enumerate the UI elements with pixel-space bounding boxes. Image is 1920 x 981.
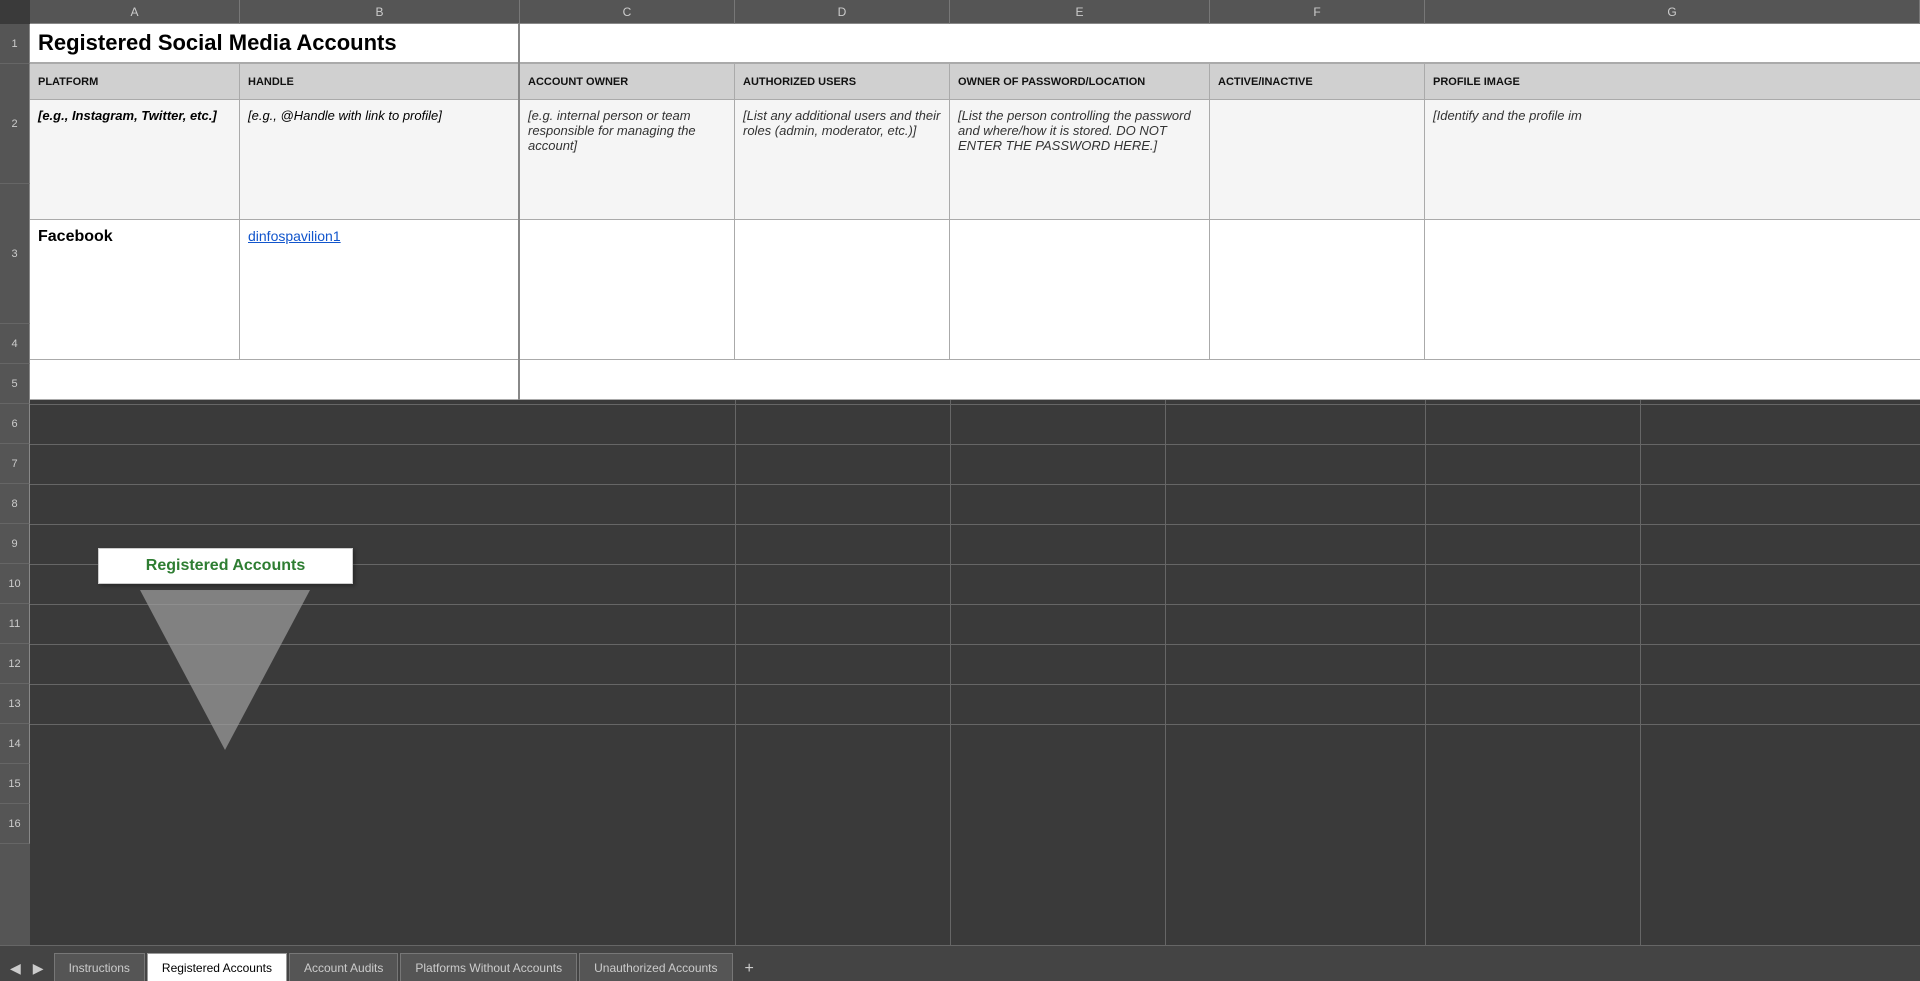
facebook-handle-cell: dinfospavilion1 xyxy=(240,220,518,359)
col-header-row: PLATFORM HANDLE xyxy=(30,64,518,100)
authorized-users-placeholder: [List any additional users and their rol… xyxy=(735,100,950,219)
col-header-a: A xyxy=(30,0,240,24)
col-header-d: D xyxy=(735,0,950,24)
handle-header: HANDLE xyxy=(240,64,518,99)
sheet-nav: ◀ ▶ xyxy=(4,956,50,981)
tab-unauthorized-accounts[interactable]: Unauthorized Accounts xyxy=(579,953,732,981)
col-header-c: C xyxy=(520,0,735,24)
password-owner-header: OWNER OF PASSWORD/LOCATION xyxy=(950,64,1210,99)
col-header-g: G xyxy=(1425,0,1920,24)
tab-registered-accounts[interactable]: Registered Accounts xyxy=(147,953,287,981)
row-num-3: 3 xyxy=(0,184,30,324)
row-num-11: 11 xyxy=(0,604,30,644)
facebook-platform-cell: Facebook xyxy=(30,220,240,359)
facebook-active-cell xyxy=(1210,220,1425,359)
facebook-users-cell xyxy=(735,220,950,359)
account-owner-placeholder: [e.g. internal person or team responsibl… xyxy=(520,100,735,219)
placeholder-row-cdg: [e.g. internal person or team responsibl… xyxy=(520,100,1920,220)
spreadsheet: A B C D E F G 1 2 3 4 5 6 7 8 9 10 11 12… xyxy=(0,0,1920,981)
col-headers-cdfg: ACCOUNT OWNER AUTHORIZED USERS OWNER OF … xyxy=(520,64,1920,100)
row-num-2: 2 xyxy=(0,64,30,184)
column-letter-headers: A B C D E F G xyxy=(30,0,1920,24)
profile-image-placeholder: [Identify and the profile im xyxy=(1425,100,1920,219)
row-num-6: 6 xyxy=(0,404,30,444)
row-num-4: 4 xyxy=(0,324,30,364)
row-num-7: 7 xyxy=(0,444,30,484)
active-inactive-header: ACTIVE/INACTIVE xyxy=(1210,64,1425,99)
white-table-ab: Registered Social Media Accounts PLATFOR… xyxy=(30,24,520,400)
empty-row-4-ab xyxy=(30,360,518,400)
row-num-12: 12 xyxy=(0,644,30,684)
facebook-row-ab: Facebook dinfospavilion1 xyxy=(30,220,518,360)
row-num-13: 13 xyxy=(0,684,30,724)
tooltip-text: Registered Accounts xyxy=(146,557,305,574)
row-num-14: 14 xyxy=(0,724,30,764)
title-row: Registered Social Media Accounts xyxy=(30,24,518,64)
active-placeholder xyxy=(1210,100,1425,219)
facebook-row-cdg xyxy=(520,220,1920,360)
col-header-e: E xyxy=(950,0,1210,24)
row-num-10: 10 xyxy=(0,564,30,604)
password-placeholder: [List the person controlling the passwor… xyxy=(950,100,1210,219)
placeholder-data-row: [e.g., Instagram, Twitter, etc.] [e.g., … xyxy=(30,100,518,220)
row-num-9: 9 xyxy=(0,524,30,564)
row-num-1: 1 xyxy=(0,24,30,64)
sheet-tabs-bar: ◀ ▶ Instructions Registered Accounts Acc… xyxy=(0,945,1920,981)
grid-area: Registered Social Media Accounts PLATFOR… xyxy=(30,24,1920,945)
table-title: Registered Social Media Accounts xyxy=(38,30,397,56)
tooltip-popup: Registered Accounts xyxy=(98,548,353,584)
tab-platforms-without-accounts[interactable]: Platforms Without Accounts xyxy=(400,953,577,981)
account-owner-header: ACCOUNT OWNER xyxy=(520,64,735,99)
platform-placeholder: [e.g., Instagram, Twitter, etc.] xyxy=(30,100,240,219)
add-sheet-button[interactable]: + xyxy=(735,957,764,981)
platform-header: PLATFORM xyxy=(30,64,240,99)
row-num-5: 5 xyxy=(0,364,30,404)
tooltip-arrow xyxy=(140,590,310,750)
col-header-b: B xyxy=(240,0,520,24)
tab-account-audits[interactable]: Account Audits xyxy=(289,953,398,981)
facebook-owner-cell xyxy=(520,220,735,359)
col-header-f: F xyxy=(1210,0,1425,24)
authorized-users-header: AUTHORIZED USERS xyxy=(735,64,950,99)
handle-placeholder: [e.g., @Handle with link to profile] xyxy=(240,100,518,219)
profile-image-header: PROFILE IMAGE xyxy=(1425,64,1920,99)
row-num-16: 16 xyxy=(0,804,30,844)
title-row-extension xyxy=(520,24,1920,64)
row-num-15: 15 xyxy=(0,764,30,804)
nav-right-arrow[interactable]: ▶ xyxy=(27,956,50,981)
nav-left-arrow[interactable]: ◀ xyxy=(4,956,27,981)
tab-instructions[interactable]: Instructions xyxy=(54,953,145,981)
empty-row4-cdg xyxy=(520,360,1920,400)
facebook-handle-link[interactable]: dinfospavilion1 xyxy=(248,228,341,244)
facebook-password-cell xyxy=(950,220,1210,359)
row-num-8: 8 xyxy=(0,484,30,524)
facebook-profile-cell xyxy=(1425,220,1920,359)
